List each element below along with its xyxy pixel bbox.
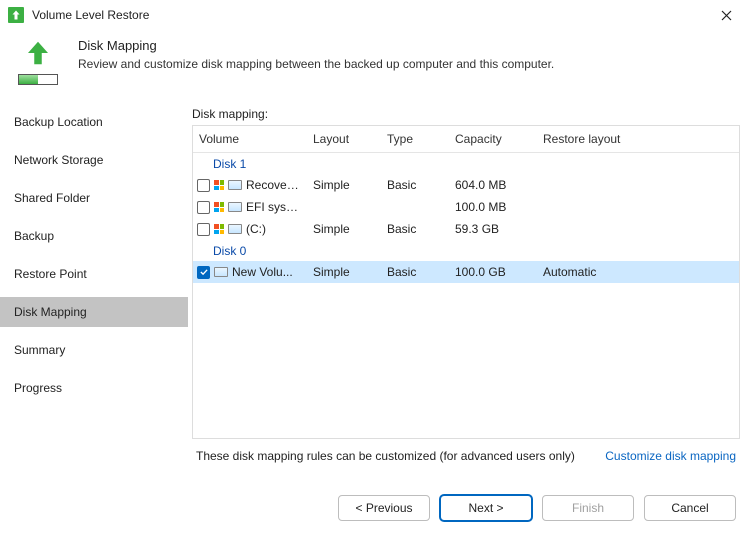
volume-checkbox[interactable] bbox=[197, 179, 210, 192]
volume-checkbox[interactable] bbox=[197, 201, 210, 214]
volume-name: New Volu... bbox=[232, 265, 293, 279]
volume-checkbox[interactable] bbox=[197, 223, 210, 236]
col-restore-layout[interactable]: Restore layout bbox=[537, 126, 739, 152]
cell-restore-layout bbox=[537, 223, 739, 235]
footer-note-row: These disk mapping rules can be customiz… bbox=[192, 439, 740, 471]
col-type[interactable]: Type bbox=[381, 126, 449, 152]
cell-type: Basic bbox=[381, 216, 449, 242]
cancel-button[interactable]: Cancel bbox=[644, 495, 736, 521]
cell-restore-layout bbox=[537, 179, 739, 191]
customize-disk-mapping-link[interactable]: Customize disk mapping bbox=[605, 449, 736, 463]
cell-restore-layout bbox=[537, 201, 739, 213]
table-header: Volume Layout Type Capacity Restore layo… bbox=[193, 126, 739, 153]
cell-type: Basic bbox=[381, 172, 449, 198]
volume-checkbox[interactable] bbox=[197, 266, 210, 279]
main-area: Backup Location Network Storage Shared Fol… bbox=[0, 99, 752, 483]
cell-capacity: 100.0 GB bbox=[449, 259, 537, 285]
volume-level-restore-window: Volume Level Restore Disk Mapping Review… bbox=[0, 0, 752, 535]
table-row[interactable]: (C:) SimpleBasic59.3 GB bbox=[193, 218, 739, 240]
drive-icon bbox=[228, 224, 242, 234]
close-button[interactable] bbox=[706, 2, 746, 28]
cell-type bbox=[381, 201, 449, 213]
cell-layout: Simple bbox=[307, 259, 381, 285]
windows-icon bbox=[214, 224, 224, 234]
table-row[interactable]: Recovery p...SimpleBasic604.0 MB bbox=[193, 174, 739, 196]
next-button[interactable]: Next > bbox=[440, 495, 532, 521]
col-capacity[interactable]: Capacity bbox=[449, 126, 537, 152]
disk-mapping-table: Volume Layout Type Capacity Restore layo… bbox=[192, 125, 740, 439]
finish-button: Finish bbox=[542, 495, 634, 521]
volume-name: (C:) bbox=[246, 222, 266, 236]
sidebar-item-summary[interactable]: Summary bbox=[0, 335, 188, 365]
col-volume[interactable]: Volume bbox=[193, 126, 307, 152]
table-row[interactable]: New Volu... SimpleBasic100.0 GBAutomatic bbox=[193, 261, 739, 283]
restore-arrow-icon bbox=[23, 38, 53, 68]
sidebar-item-restore-point[interactable]: Restore Point bbox=[0, 259, 188, 289]
sidebar-item-disk-mapping[interactable]: Disk Mapping bbox=[0, 297, 188, 327]
page-title: Disk Mapping bbox=[78, 38, 554, 53]
sidebar-item-backup-location[interactable]: Backup Location bbox=[0, 107, 188, 137]
sidebar-item-network-storage[interactable]: Network Storage bbox=[0, 145, 188, 175]
drive-icon bbox=[228, 180, 242, 190]
sidebar-item-backup[interactable]: Backup bbox=[0, 221, 188, 251]
disk-group-header[interactable]: Disk 0 bbox=[193, 240, 739, 261]
col-layout[interactable]: Layout bbox=[307, 126, 381, 152]
table-body: Disk 1Recovery p...SimpleBasic604.0 MBEF… bbox=[193, 153, 739, 438]
volume-name: EFI system ... bbox=[246, 200, 301, 214]
windows-icon bbox=[214, 202, 224, 212]
windows-icon bbox=[214, 180, 224, 190]
previous-button[interactable]: < Previous bbox=[338, 495, 430, 521]
progress-icon bbox=[18, 74, 58, 85]
wizard-header: Disk Mapping Review and customize disk m… bbox=[0, 30, 752, 99]
sidebar-item-progress[interactable]: Progress bbox=[0, 373, 188, 403]
cell-type: Basic bbox=[381, 259, 449, 285]
cell-restore-layout: Automatic bbox=[537, 259, 739, 285]
cell-layout bbox=[307, 201, 381, 213]
titlebar: Volume Level Restore bbox=[0, 0, 752, 30]
content-pane: Disk mapping: Volume Layout Type Capacit… bbox=[188, 99, 752, 483]
volume-name: Recovery p... bbox=[246, 178, 301, 192]
window-title: Volume Level Restore bbox=[32, 8, 149, 22]
cell-layout: Simple bbox=[307, 172, 381, 198]
footer-note-text: These disk mapping rules can be customiz… bbox=[196, 449, 575, 463]
disk-group-header[interactable]: Disk 1 bbox=[193, 153, 739, 174]
drive-icon bbox=[214, 267, 228, 277]
page-description: Review and customize disk mapping betwee… bbox=[78, 57, 554, 71]
table-caption: Disk mapping: bbox=[192, 107, 740, 121]
table-row[interactable]: EFI system ...100.0 MB bbox=[193, 196, 739, 218]
cell-capacity: 59.3 GB bbox=[449, 216, 537, 242]
sidebar-item-shared-folder[interactable]: Shared Folder bbox=[0, 183, 188, 213]
app-icon bbox=[8, 7, 24, 23]
drive-icon bbox=[228, 202, 242, 212]
wizard-button-bar: < Previous Next > Finish Cancel bbox=[0, 483, 752, 535]
wizard-steps-sidebar: Backup Location Network Storage Shared Fol… bbox=[0, 99, 188, 483]
cell-layout: Simple bbox=[307, 216, 381, 242]
